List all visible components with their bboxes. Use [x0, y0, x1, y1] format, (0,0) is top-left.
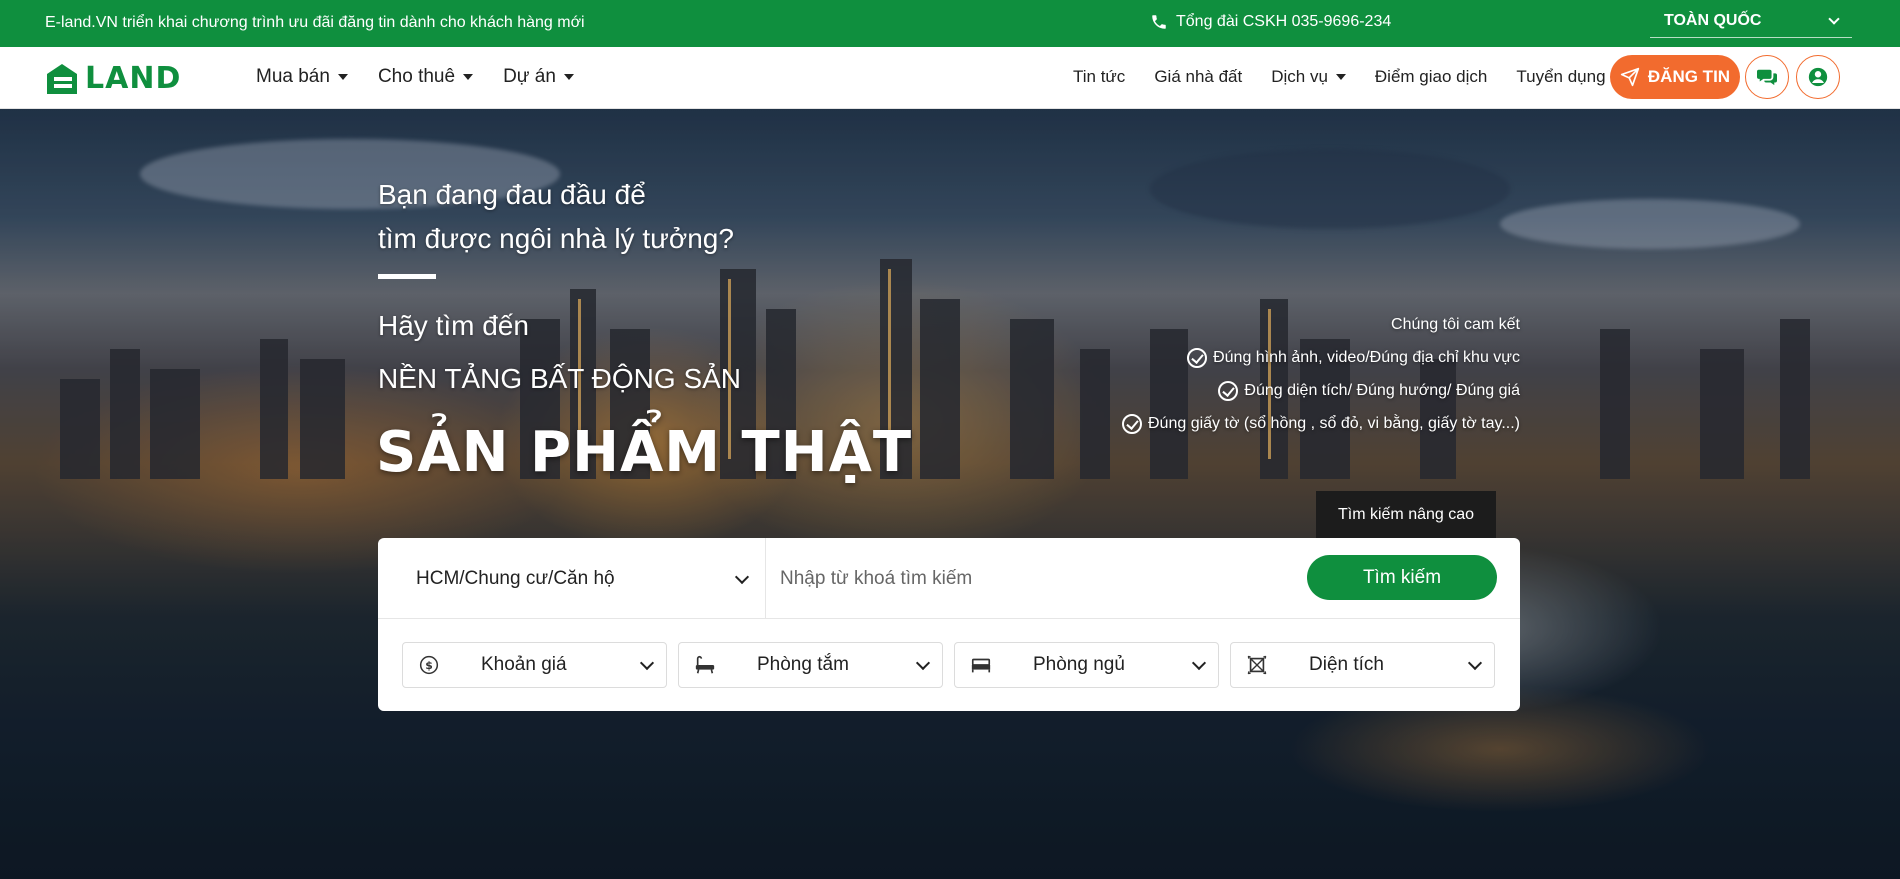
menu-label: Tuyển dụng: [1516, 67, 1606, 86]
price-filter[interactable]: $ Khoản giá: [402, 642, 667, 688]
top-bar: E-land.VN triển khai chương trình ưu đãi…: [0, 0, 1900, 47]
commitment-text: Đúng giấy tờ (sổ hồng , sổ đỏ, vi bằng, …: [1148, 415, 1520, 432]
menu-du-an[interactable]: Dự án: [503, 66, 574, 88]
user-icon: [1808, 67, 1828, 87]
filter-label: Phòng tắm: [757, 654, 849, 675]
primary-menu: Mua bán Cho thuê Dự án: [256, 66, 574, 88]
caret-down-icon: [563, 74, 574, 80]
menu-dich-vu[interactable]: Dịch vụ: [1271, 67, 1346, 87]
chevron-down-icon: [1191, 655, 1207, 671]
hero-invite: Hãy tìm đến: [378, 310, 529, 341]
hero-divider: [378, 274, 436, 279]
check-circle-icon: [1187, 348, 1208, 368]
search-button[interactable]: Tìm kiếm: [1307, 555, 1497, 600]
menu-label: Giá nhà đất: [1154, 67, 1243, 86]
promo-text[interactable]: E-land.VN triển khai chương trình ưu đãi…: [45, 14, 585, 32]
menu-tin-tuc[interactable]: Tin tức: [1073, 67, 1125, 87]
menu-label: Dự án: [503, 66, 556, 87]
menu-label: Mua bán: [256, 66, 330, 87]
bathtub-icon: [693, 653, 717, 677]
region-label: TOÀN QUỐC: [1664, 11, 1762, 29]
search-row: HCM/Chung cư/Căn hộ Tìm kiếm: [378, 538, 1520, 619]
menu-label: Tin tức: [1073, 67, 1126, 86]
chevron-down-icon: [639, 655, 655, 671]
bedroom-filter[interactable]: Phòng ngủ: [954, 642, 1219, 688]
menu-mua-ban[interactable]: Mua bán: [256, 66, 348, 88]
filter-label: Phòng ngủ: [1033, 654, 1125, 675]
commitment-item: Đúng diện tích/ Đúng hướng/ Đúng giá: [1122, 381, 1520, 401]
filter-row: $ Khoản giá Phòng tắm Phòng ngủ Diện tíc…: [402, 642, 1495, 688]
area-filter[interactable]: Diện tích: [1230, 642, 1495, 688]
hero-platform: NỀN TẢNG BẤT ĐỘNG SẢN: [378, 363, 742, 394]
menu-cho-thue[interactable]: Cho thuê: [377, 66, 474, 88]
region-select[interactable]: TOÀN QUỐC: [1650, 4, 1852, 38]
logo-text: LAND: [85, 61, 182, 96]
chevron-down-icon: [915, 655, 931, 671]
caret-down-icon: [1335, 74, 1346, 80]
commitment-text: Đúng diện tích/ Đúng hướng/ Đúng giá: [1244, 382, 1520, 399]
search-panel: HCM/Chung cư/Căn hộ Tìm kiếm $ Khoản giá…: [378, 538, 1520, 711]
hotline-text: Tổng đài CSKH 035-9696-234: [1176, 13, 1392, 30]
bed-icon: [969, 653, 993, 677]
commitment-item: Đúng giấy tờ (sổ hồng , sổ đỏ, vi bằng, …: [1122, 414, 1520, 434]
secondary-menu: Tin tức Giá nhà đất Dịch vụ Điểm giao dị…: [1073, 67, 1606, 87]
chevron-down-icon: [1828, 12, 1840, 25]
commitment-block: Chúng tôi cam kết Đúng hình ảnh, video/Đ…: [1122, 316, 1520, 447]
bathroom-filter[interactable]: Phòng tắm: [678, 642, 943, 688]
dollar-icon: $: [417, 653, 441, 677]
main-nav: LAND Mua bán Cho thuê Dự án Tin tức Giá …: [0, 47, 1900, 109]
area-icon: [1245, 653, 1269, 677]
tagline-line-2: tìm được ngôi nhà lý tưởng?: [378, 223, 734, 254]
caret-down-icon: [463, 74, 474, 80]
menu-label: Cho thuê: [377, 66, 456, 87]
menu-label: Điểm giao dịch: [1374, 67, 1488, 86]
chevron-down-icon: [1467, 655, 1483, 671]
eland-logo-mark: [47, 63, 77, 94]
menu-tuyen-dung[interactable]: Tuyển dụng: [1516, 67, 1605, 87]
hero-banner: Bạn đang đau đầu để tìm được ngôi nhà lý…: [0, 109, 1900, 879]
filter-label: Diện tích: [1309, 654, 1384, 675]
caret-down-icon: [337, 74, 348, 80]
account-button[interactable]: [1796, 55, 1840, 99]
post-listing-button[interactable]: ĐĂNG TIN: [1610, 55, 1740, 99]
menu-diem-giao-dich[interactable]: Điểm giao dịch: [1375, 67, 1487, 87]
hero-tagline: Bạn đang đau đầu để tìm được ngôi nhà lý…: [378, 173, 734, 261]
filter-label: Khoản giá: [481, 654, 567, 675]
menu-gia-nha-dat[interactable]: Giá nhà đất: [1154, 67, 1242, 87]
paper-plane-icon: [1620, 67, 1640, 87]
check-circle-icon: [1218, 381, 1239, 401]
logo[interactable]: LAND: [45, 61, 181, 96]
keyword-search-input[interactable]: [780, 558, 1300, 600]
commitment-title: Chúng tôi cam kết: [1391, 316, 1520, 333]
post-listing-label: ĐĂNG TIN: [1647, 67, 1731, 86]
chat-icon: [1757, 69, 1777, 86]
category-select[interactable]: HCM/Chung cư/Căn hộ: [378, 538, 766, 619]
hero-overlay: [0, 109, 1900, 879]
chat-button[interactable]: [1745, 55, 1789, 99]
check-circle-icon: [1122, 414, 1142, 434]
menu-label: Dịch vụ: [1271, 67, 1328, 86]
commitment-text: Đúng hình ảnh, video/Đúng địa chỉ khu vự…: [1213, 349, 1520, 366]
advanced-search-tab[interactable]: Tìm kiếm nâng cao: [1316, 491, 1496, 538]
commitment-item: Đúng hình ảnh, video/Đúng địa chỉ khu vự…: [1122, 348, 1520, 368]
hotline[interactable]: Tổng đài CSKH 035-9696-234: [1150, 13, 1391, 31]
chevron-down-icon: [734, 569, 750, 584]
category-value: HCM/Chung cư/Căn hộ: [416, 567, 615, 589]
svg-text:$: $: [425, 659, 433, 672]
hero-product-headline: SẢN PHẨM THẬT: [376, 420, 913, 485]
phone-icon: [1152, 15, 1166, 29]
tagline-line-1: Bạn đang đau đầu để: [378, 179, 646, 210]
